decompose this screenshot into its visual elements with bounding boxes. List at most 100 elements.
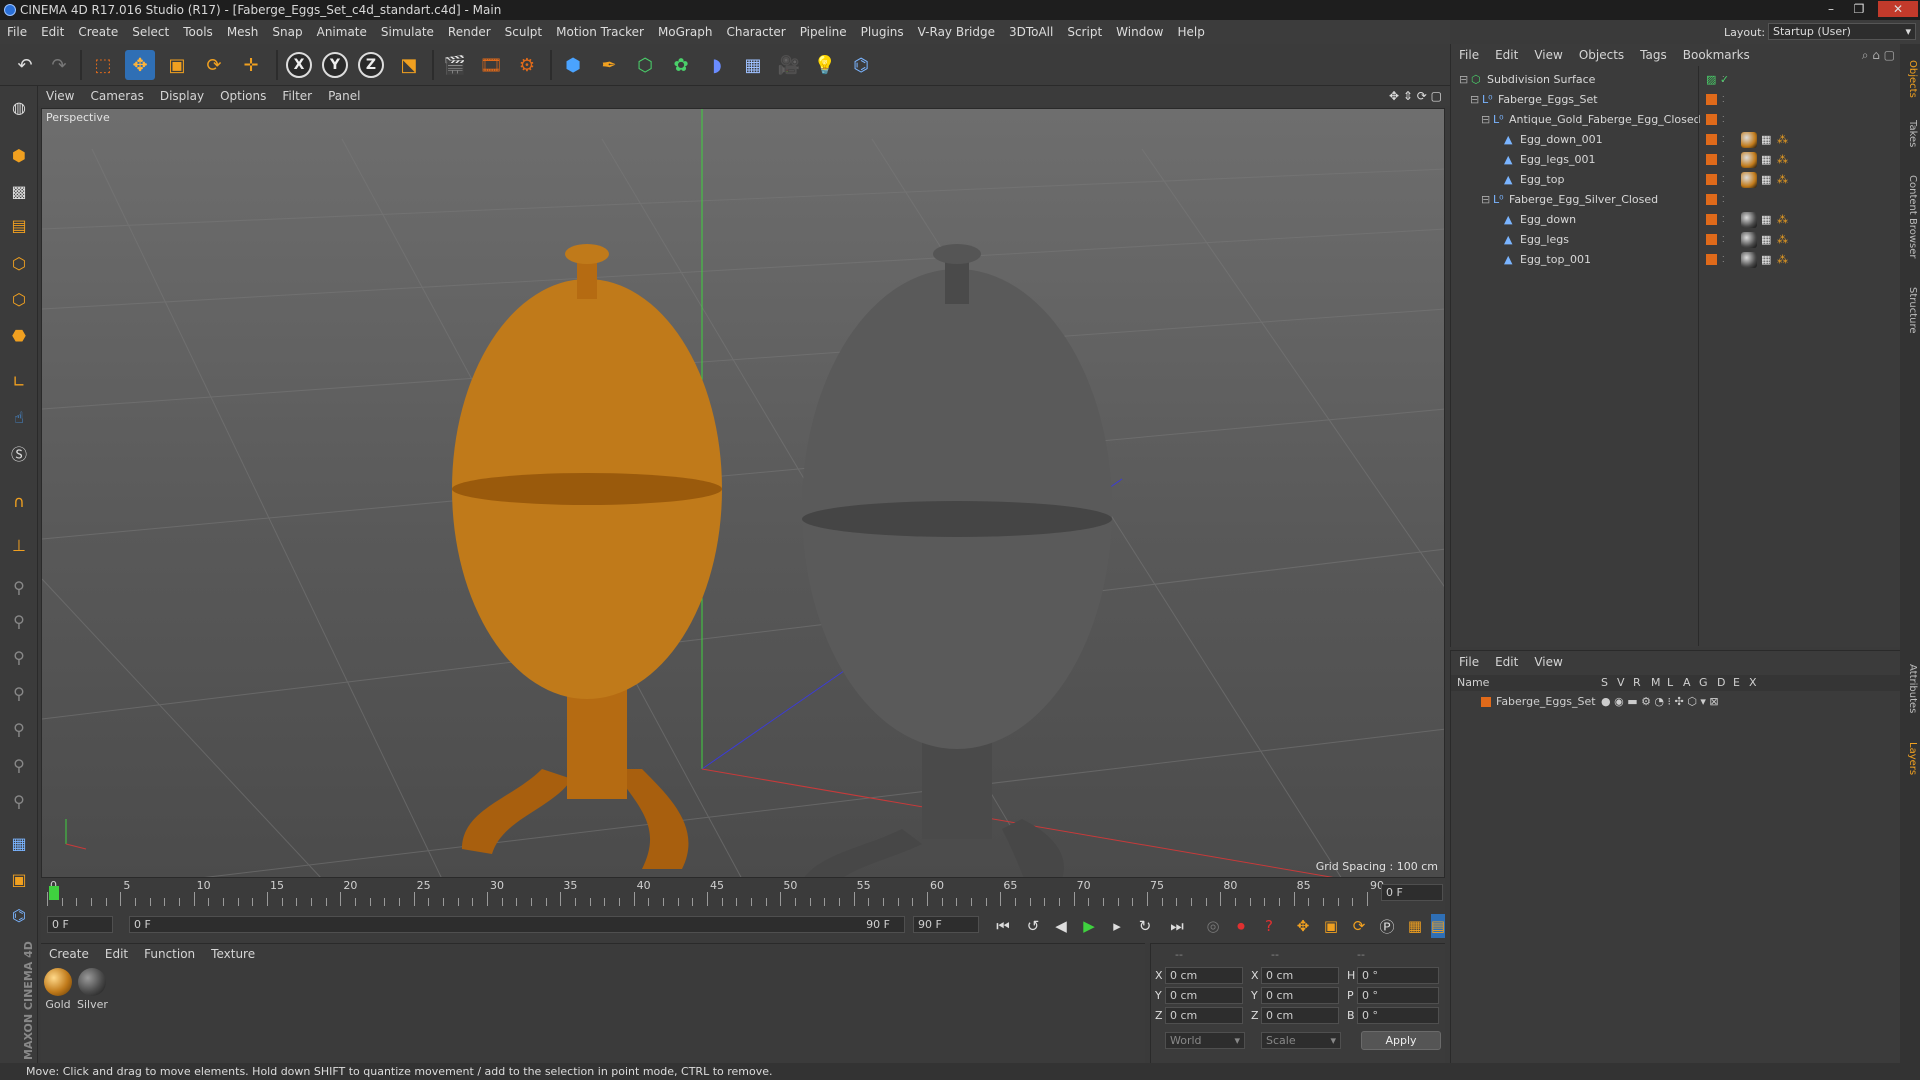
size-z-field[interactable]: 0 cm [1261,1007,1339,1024]
render-picture-viewer-icon[interactable]: 🎞 [476,50,506,80]
menu-3dtoall[interactable]: 3DToAll [1002,20,1060,44]
layer-row[interactable]: Faberge_Eggs_Set ● ◉ ▬ ⚙ ◔ ⁝ ✣ ⬡ ▾ ⊠ [1451,693,1901,711]
expand-collapse-icon[interactable]: ⊟ [1459,70,1468,90]
go-to-start-icon[interactable]: ⏮ [991,914,1015,938]
menu-script[interactable]: Script [1060,20,1109,44]
rotation-h-field[interactable]: 0 ° [1357,967,1439,984]
point-level-animation-icon[interactable]: ▦ [1403,914,1427,938]
visibility-dots-icon[interactable]: ⁚ [1722,70,1725,90]
expand-collapse-icon[interactable]: ⊟ [1481,190,1490,210]
timeline-window-icon[interactable]: ▤ [1431,914,1445,938]
render-settings-icon[interactable]: ⚙ [512,50,542,80]
menu-vray-bridge[interactable]: V-Ray Bridge [911,20,1002,44]
layout-dropdown[interactable]: Startup (User) ▾ [1768,23,1916,40]
size-x-field[interactable]: 0 cm [1261,967,1339,984]
live-selection-icon[interactable]: ⬚ [88,50,118,80]
phong-tag-icon[interactable]: ⁂ [1777,130,1788,150]
perspective-viewport[interactable]: Perspective Grid Spacing : 100 cm [41,108,1445,878]
close-button[interactable]: ✕ [1878,1,1918,17]
viewport-menu-options[interactable]: Options [212,86,274,106]
layer-menu-view[interactable]: View [1526,651,1570,673]
coordinate-mode-dropdown[interactable]: World ▾ [1165,1032,1245,1049]
layer-column-flag[interactable]: D [1717,676,1725,689]
record-active-icon[interactable]: ◎ [1201,914,1225,938]
texture-tag-icon[interactable]: ▦ [1761,210,1771,230]
rotation-p-field[interactable]: 0 ° [1357,987,1439,1004]
rotate-tool-icon[interactable]: ⟳ [199,50,229,80]
object-row[interactable]: ▲ Egg_top ⁚ ▦ ⁂ [1451,170,1901,190]
viewport-menu-cameras[interactable]: Cameras [82,86,151,106]
visibility-dots-icon[interactable]: ⁚ [1722,170,1725,190]
menu-help[interactable]: Help [1170,20,1211,44]
menu-tools[interactable]: Tools [176,20,220,44]
python-script-icon[interactable]: ⌬ [4,900,34,930]
layer-column-flag[interactable]: V [1617,676,1625,689]
phong-tag-icon[interactable]: ⁂ [1777,230,1788,250]
menu-character[interactable]: Character [719,20,792,44]
size-mode-dropdown[interactable]: Scale ▾ [1261,1032,1341,1049]
object-menu-bookmarks[interactable]: Bookmarks [1675,44,1758,66]
tab-content-browser[interactable]: Content Browser [1902,162,1918,272]
object-row[interactable]: ▲ Egg_down_001 ⁚ ▦ ⁂ [1451,130,1901,150]
object-row[interactable]: ▲ Egg_down ⁚ ▦ ⁂ [1451,210,1901,230]
material-tag-icon[interactable] [1741,232,1757,248]
visibility-dots-icon[interactable]: ⁚ [1722,90,1725,110]
material-menu-function[interactable]: Function [136,944,203,964]
menu-mograph[interactable]: MoGraph [651,20,720,44]
rotation-key-icon[interactable]: ⟳ [1347,914,1371,938]
object-menu-tags[interactable]: Tags [1632,44,1675,66]
axis-mode-icon[interactable]: ∟ [4,366,34,396]
cube-primitive-icon[interactable]: ⬢ [558,50,588,80]
maximize-button[interactable]: ❐ [1846,1,1872,17]
material-gold[interactable]: Gold [43,968,73,1011]
position-y-field[interactable]: 0 cm [1165,987,1243,1004]
tweak-mode-icon[interactable]: ☝ [4,402,34,432]
tab-takes[interactable]: Takes [1902,114,1918,154]
keyframe-selection-icon[interactable]: ? [1257,914,1281,938]
tab-layers[interactable]: Layers [1902,734,1918,784]
camera-icon[interactable]: 🎥 [774,50,804,80]
move-tool-icon[interactable]: ✥ [125,50,155,80]
layer-column-flag[interactable]: L [1667,676,1673,689]
viewport-menu-display[interactable]: Display [152,86,212,106]
layer-column-flag[interactable]: A [1683,676,1691,689]
object-row[interactable]: ▲ Egg_legs_001 ⁚ ▦ ⁂ [1451,150,1901,170]
snap-icon[interactable]: Ⓢ [4,438,34,468]
viewport-navigation-icons[interactable]: ✥ ⇕ ⟳ ▢ [1389,86,1442,106]
layer-color-swatch[interactable] [1481,697,1491,707]
scale-key-icon[interactable]: ▣ [1319,914,1343,938]
menu-select[interactable]: Select [125,20,176,44]
light-icon[interactable]: 💡 [810,50,840,80]
material-tag-icon[interactable] [1741,152,1757,168]
phong-tag-icon[interactable]: ⁂ [1777,150,1788,170]
current-frame-field[interactable]: 0 F [1381,884,1443,901]
go-to-end-icon[interactable]: ⏭ [1165,914,1189,938]
y-axis-lock-button[interactable]: Y [320,50,350,80]
object-menu-file[interactable]: File [1451,44,1487,66]
coordinate-system-icon[interactable]: ⬔ [394,50,424,80]
viewport-menu-view[interactable]: View [38,86,82,106]
layer-color-tag[interactable] [1706,134,1717,145]
previous-frame-icon[interactable]: ◀ [1049,914,1073,938]
layer-column-flag[interactable]: G [1699,676,1708,689]
size-y-field[interactable]: 0 cm [1261,987,1339,1004]
rotation-b-field[interactable]: 0 ° [1357,1007,1439,1024]
layer-flag-icons[interactable]: ● ◉ ▬ ⚙ ◔ ⁝ ✣ ⬡ ▾ ⊠ [1601,693,1719,711]
edges-mode-icon[interactable]: ⬡ [4,284,34,314]
planar-workplane-icon[interactable]: ▣ [4,864,34,894]
object-menu-edit[interactable]: Edit [1487,44,1526,66]
object-row[interactable]: ⊟ L⁰ Faberge_Egg_Silver_Closed ⁚ [1451,190,1901,210]
layer-color-tag[interactable] [1706,94,1717,105]
material-tag-icon[interactable] [1741,252,1757,268]
scale-tool-icon[interactable]: ▣ [162,50,192,80]
floor-icon[interactable]: ▦ [738,50,768,80]
frame-range-slider[interactable]: 0 F 90 F [129,916,905,933]
menu-sculpt[interactable]: Sculpt [498,20,549,44]
layer-color-tag[interactable] [1706,234,1717,245]
next-frame-icon[interactable]: ▸ [1105,914,1129,938]
polygons-mode-icon[interactable]: ⬣ [4,320,34,350]
material-menu-create[interactable]: Create [41,944,97,964]
menu-plugins[interactable]: Plugins [854,20,911,44]
points-mode-icon[interactable]: ⬡ [4,248,34,278]
texture-tag-icon[interactable]: ▦ [1761,230,1771,250]
